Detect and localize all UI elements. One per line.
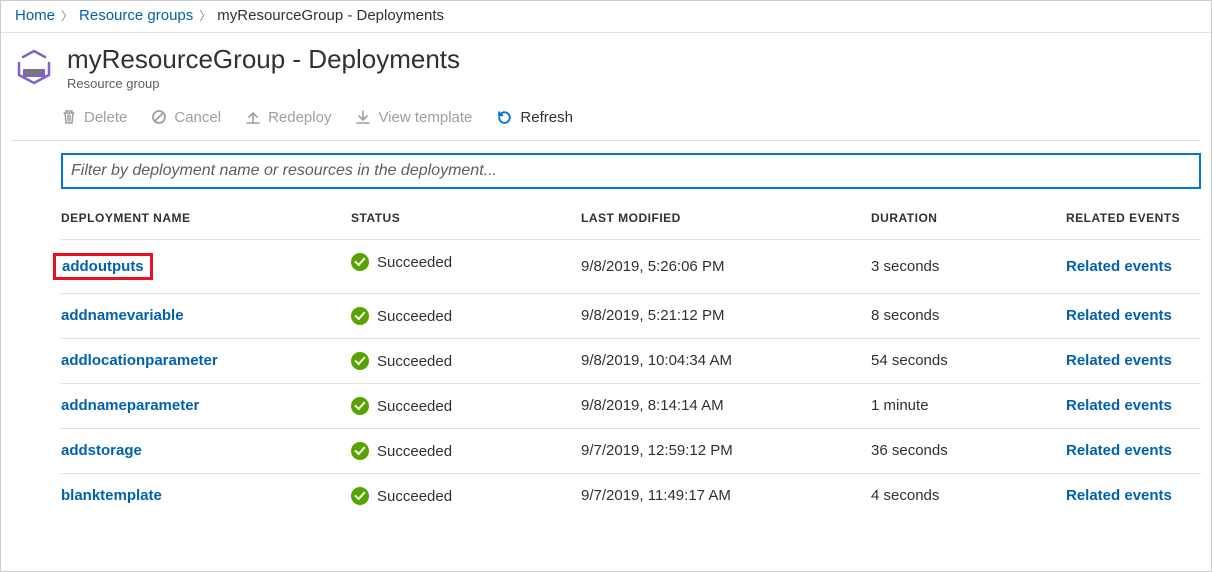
duration: 8 seconds (871, 293, 1066, 338)
duration: 1 minute (871, 383, 1066, 428)
related-events-link[interactable]: Related events (1066, 352, 1172, 369)
refresh-icon (496, 109, 513, 126)
toolbar: Delete Cancel Redeploy View template Ref… (11, 95, 1201, 141)
cancel-icon (151, 109, 167, 125)
success-icon (351, 442, 369, 460)
breadcrumb-resource-groups[interactable]: Resource groups (79, 7, 193, 24)
view-template-button[interactable]: View template (355, 109, 472, 126)
redeploy-icon (245, 109, 261, 125)
status-label: Succeeded (377, 353, 452, 370)
related-events-link[interactable]: Related events (1066, 307, 1172, 324)
col-header-status[interactable]: STATUS (351, 197, 581, 240)
last-modified: 9/7/2019, 12:59:12 PM (581, 428, 871, 473)
cancel-label: Cancel (174, 109, 221, 126)
status-label: Succeeded (377, 308, 452, 325)
table-row: addnamevariable Succeeded 9/8/2019, 5:21:1… (61, 293, 1201, 338)
last-modified: 9/7/2019, 11:49:17 AM (581, 473, 871, 518)
refresh-button[interactable]: Refresh (496, 109, 573, 126)
related-events-link[interactable]: Related events (1066, 397, 1172, 414)
success-icon (351, 253, 369, 271)
refresh-label: Refresh (520, 109, 573, 126)
delete-button[interactable]: Delete (61, 109, 127, 126)
page-subtitle: Resource group (67, 76, 460, 91)
last-modified: 9/8/2019, 5:21:12 PM (581, 293, 871, 338)
related-events-link[interactable]: Related events (1066, 258, 1172, 275)
redeploy-button[interactable]: Redeploy (245, 109, 331, 126)
status-label: Succeeded (377, 488, 452, 505)
table-row: addoutputs Succeeded 9/8/2019, 5:26:06 PM3… (61, 239, 1201, 293)
related-events-link[interactable]: Related events (1066, 442, 1172, 459)
cancel-button[interactable]: Cancel (151, 109, 221, 126)
col-header-name[interactable]: DEPLOYMENT NAME (61, 197, 351, 240)
last-modified: 9/8/2019, 8:14:14 AM (581, 383, 871, 428)
deployment-link[interactable]: addoutputs (62, 258, 144, 275)
duration: 54 seconds (871, 338, 1066, 383)
status-label: Succeeded (377, 254, 452, 271)
success-icon (351, 307, 369, 325)
deployment-link[interactable]: addnamevariable (61, 307, 184, 324)
last-modified: 9/8/2019, 10:04:34 AM (581, 338, 871, 383)
col-header-related[interactable]: RELATED EVENTS (1066, 197, 1201, 240)
success-icon (351, 352, 369, 370)
page-header: myResourceGroup - Deployments Resource g… (11, 33, 1201, 95)
table-row: addlocationparameter Succeeded 9/8/2019, 1… (61, 338, 1201, 383)
deployments-table: DEPLOYMENT NAME STATUS LAST MODIFIED DUR… (61, 197, 1201, 519)
success-icon (351, 397, 369, 415)
breadcrumb-home[interactable]: Home (15, 7, 55, 24)
success-icon (351, 487, 369, 505)
deployment-link[interactable]: addlocationparameter (61, 352, 218, 369)
filter-input[interactable] (61, 153, 1201, 189)
duration: 36 seconds (871, 428, 1066, 473)
chevron-right-icon: 〉 (199, 7, 211, 24)
page-title: myResourceGroup - Deployments (67, 45, 460, 74)
col-header-duration[interactable]: DURATION (871, 197, 1066, 240)
breadcrumb-current: myResourceGroup - Deployments (217, 7, 444, 24)
deployment-link[interactable]: addstorage (61, 442, 142, 459)
redeploy-label: Redeploy (268, 109, 331, 126)
delete-label: Delete (84, 109, 127, 126)
table-row: addnameparameter Succeeded 9/8/2019, 8:14:… (61, 383, 1201, 428)
trash-icon (61, 109, 77, 125)
col-header-modified[interactable]: LAST MODIFIED (581, 197, 871, 240)
table-row: addstorage Succeeded 9/7/2019, 12:59:12 PM… (61, 428, 1201, 473)
chevron-right-icon: 〉 (61, 7, 73, 24)
status-label: Succeeded (377, 398, 452, 415)
duration: 3 seconds (871, 239, 1066, 293)
duration: 4 seconds (871, 473, 1066, 518)
table-row: blanktemplate Succeeded 9/7/2019, 11:49:17… (61, 473, 1201, 518)
view-template-label: View template (378, 109, 472, 126)
status-label: Succeeded (377, 443, 452, 460)
related-events-link[interactable]: Related events (1066, 487, 1172, 504)
breadcrumb: Home 〉 Resource groups 〉 myResourceGroup… (1, 1, 1211, 33)
deployment-link[interactable]: addnameparameter (61, 397, 199, 414)
last-modified: 9/8/2019, 5:26:06 PM (581, 239, 871, 293)
download-icon (355, 109, 371, 125)
resource-group-icon (15, 49, 53, 87)
deployment-link[interactable]: blanktemplate (61, 487, 162, 504)
